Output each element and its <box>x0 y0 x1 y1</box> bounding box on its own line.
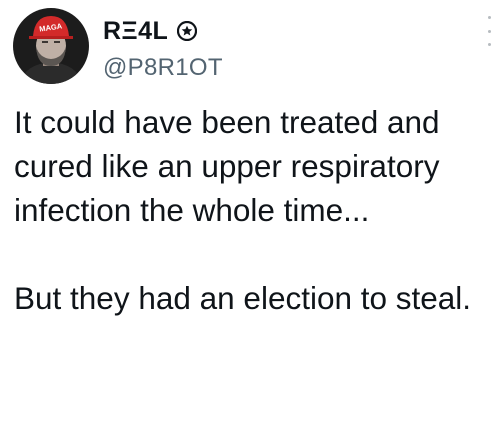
more-dot <box>487 29 491 33</box>
tweet-text: It could have been treated and cured lik… <box>14 100 489 320</box>
author-avatar[interactable]: MAGA <box>13 8 89 84</box>
author-name-row: RΞ4L <box>103 16 198 46</box>
author-display-name[interactable]: RΞ4L <box>103 17 168 46</box>
more-dot <box>487 16 491 19</box>
tweet-paragraph-1: It could have been treated and cured lik… <box>14 104 440 228</box>
author-handle[interactable]: @P8R1OT <box>103 54 223 82</box>
more-options-icon[interactable] <box>484 16 494 46</box>
more-dot <box>487 43 491 46</box>
avatar-image: MAGA <box>13 8 89 84</box>
tweet-paragraph-2: But they had an election to steal. <box>14 280 472 316</box>
tweet: MAGA RΞ4L @P8R1OT It could have been tre… <box>0 0 500 440</box>
star-badge-icon <box>177 20 198 42</box>
